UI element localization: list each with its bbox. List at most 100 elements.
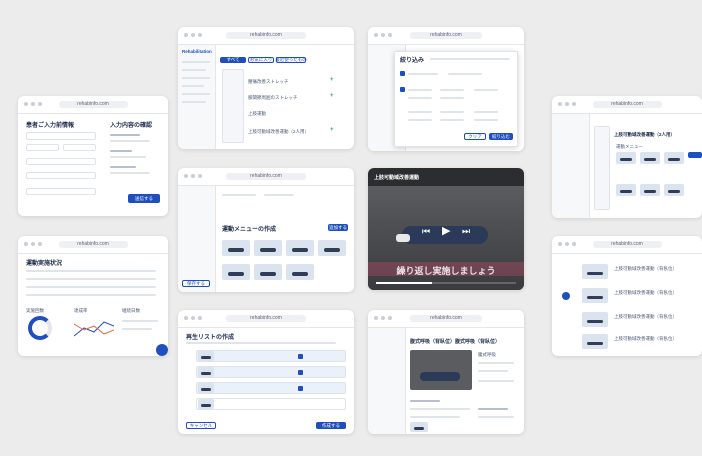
- video-title: 上肢可動域改善運動: [374, 175, 420, 181]
- playlist-item[interactable]: [196, 382, 346, 394]
- exercise-row[interactable]: 上肢可動域改善運動（背臥位）: [614, 336, 677, 342]
- exercise-list-tablet: rehabinfo.com 上肢可動域改善運動（背臥位） 上肢可動域改善運動（背…: [552, 236, 702, 356]
- exercise-row[interactable]: 上肢可動域改善運動（背臥位）: [614, 266, 677, 272]
- form-title: 患者ご入力前情報: [26, 123, 75, 129]
- playlist-item[interactable]: [196, 366, 346, 378]
- category-list: [222, 69, 244, 143]
- detail-tablet: rehabinfo.com 腹式呼吸（背臥位）腹式呼吸（背臥位） 腹式呼吸: [368, 310, 524, 434]
- video-caption: 繰り返し実施しましょう: [396, 266, 496, 276]
- zip-field[interactable]: [26, 188, 96, 195]
- video-thumbnail[interactable]: [640, 152, 660, 164]
- browser-bar: rehabinfo.com: [552, 96, 702, 114]
- video-thumbnail[interactable]: [582, 264, 608, 279]
- apply-filter-button[interactable]: 絞り込む: [489, 133, 513, 140]
- video-thumbnail[interactable]: [286, 240, 314, 256]
- status-tablet: rehabinfo.com 運動実施状況 実施回数 達成率 継続日数: [18, 236, 168, 356]
- video-thumbnail[interactable]: [582, 288, 608, 303]
- url-field[interactable]: rehabinfo.com: [58, 101, 128, 108]
- detail-video[interactable]: [410, 350, 472, 390]
- create-button[interactable]: 作成する: [316, 422, 346, 429]
- clear-button[interactable]: クリア: [464, 133, 486, 140]
- video-thumbnail[interactable]: [582, 334, 608, 349]
- filter-title: 絞り込み: [400, 58, 425, 64]
- signup-tablet: rehabinfo.com 患者ご入力前情報 入力内容の確認 送信する: [18, 96, 168, 216]
- url-field[interactable]: rehabinfo.com: [225, 315, 307, 322]
- name-field[interactable]: [26, 132, 96, 140]
- url-field[interactable]: rehabinfo.com: [592, 101, 662, 108]
- status-title: 運動実施状況: [26, 261, 63, 267]
- checkbox[interactable]: [400, 87, 405, 92]
- video-thumbnail[interactable]: [222, 240, 250, 256]
- browser-bar: rehabinfo.com: [18, 236, 168, 254]
- url-field[interactable]: rehabinfo.com: [58, 241, 128, 248]
- phone-field[interactable]: [26, 172, 96, 179]
- video-thumbnail[interactable]: [616, 184, 636, 196]
- menu-row[interactable]: 上肢可動域改善運動（2人用）: [248, 129, 309, 135]
- menu-row[interactable]: 上肢運動: [248, 111, 266, 117]
- kana-field[interactable]: [26, 144, 59, 151]
- confirm-title: 入力内容の確認: [110, 123, 153, 129]
- playlist-tablet: rehabinfo.com 再生リストの作成 キャンセル 作成する: [178, 310, 354, 434]
- tab-favorites[interactable]: お気に入り: [248, 57, 274, 63]
- submit-button[interactable]: 送信する: [128, 194, 160, 203]
- video-thumbnail[interactable]: [286, 264, 314, 280]
- save-button[interactable]: 保存する: [182, 280, 210, 287]
- cancel-button[interactable]: キャンセル: [186, 422, 216, 429]
- checkbox[interactable]: [298, 354, 303, 359]
- playlist-item[interactable]: [196, 398, 346, 410]
- detail-title: 腹式呼吸（背臥位）腹式呼吸（背臥位）: [410, 339, 501, 345]
- video-thumbnail[interactable]: [664, 152, 684, 164]
- list-header: 上肢可動域改善運動（2人用）: [614, 132, 676, 137]
- url-field[interactable]: rehabinfo.com: [225, 173, 307, 180]
- video-thumbnail[interactable]: [640, 184, 660, 196]
- browser-bar: rehabinfo.com: [368, 310, 524, 328]
- add-button[interactable]: 追加する: [328, 224, 348, 231]
- right-list-tablet: rehabinfo.com 上肢可動域改善運動（2人用） 運動メニュー: [552, 96, 702, 218]
- video-thumbnail[interactable]: [254, 264, 282, 280]
- url-field[interactable]: rehabinfo.com: [592, 241, 662, 248]
- tab-all[interactable]: すべて: [220, 57, 246, 63]
- section-label: 運動メニュー: [616, 144, 643, 149]
- video-thumbnail[interactable]: [222, 264, 250, 280]
- video-thumbnail[interactable]: [254, 240, 282, 256]
- chat-icon[interactable]: [156, 344, 168, 356]
- create-title: 運動メニューの作成: [222, 227, 277, 233]
- selected-indicator[interactable]: [562, 292, 570, 300]
- next-icon[interactable]: ⏭: [462, 226, 470, 237]
- prev-icon[interactable]: ⏮: [422, 226, 430, 237]
- exercise-row[interactable]: 上肢可動域改善運動（背臥位）: [614, 290, 677, 296]
- tab-recent[interactable]: 最近使ったもの: [275, 57, 307, 63]
- video-thumbnail[interactable]: [318, 240, 346, 256]
- line-chart: [74, 321, 114, 337]
- play-icon[interactable]: ▶: [442, 224, 450, 237]
- checkbox[interactable]: [298, 370, 303, 375]
- sidebar: [552, 114, 590, 218]
- checkbox[interactable]: [400, 71, 405, 76]
- video-thumbnail[interactable]: [616, 152, 636, 164]
- video-thumbnail[interactable]: [410, 422, 428, 432]
- menu-row[interactable]: 膝関節周囲のストレッチ: [248, 95, 298, 101]
- checkbox[interactable]: [298, 386, 303, 391]
- kana-field-2[interactable]: [63, 144, 96, 151]
- playlist-item[interactable]: [196, 350, 346, 362]
- url-field[interactable]: rehabinfo.com: [225, 32, 307, 39]
- add-icon[interactable]: +: [330, 77, 334, 83]
- add-icon[interactable]: +: [330, 93, 334, 99]
- video-thumbnail: [198, 383, 214, 393]
- detail-sub: 腹式呼吸: [478, 352, 496, 357]
- video-tablet: 上肢可動域改善運動 ⏮ ▶ ⏭ 繰り返し実施しましょう: [368, 168, 524, 290]
- video-thumbnail[interactable]: [582, 312, 608, 327]
- category-column: [594, 126, 610, 210]
- exercise-row[interactable]: 上肢可動域改善運動（背臥位）: [614, 314, 677, 320]
- birth-field[interactable]: [26, 158, 96, 165]
- url-field[interactable]: rehabinfo.com: [410, 32, 482, 39]
- video-thumbnail[interactable]: [664, 184, 684, 196]
- url-field[interactable]: rehabinfo.com: [410, 315, 482, 322]
- add-button[interactable]: [688, 152, 702, 158]
- progress-bar[interactable]: [376, 282, 516, 284]
- add-icon[interactable]: +: [330, 127, 334, 133]
- menu-row[interactable]: 腰痛改善ストレッチ: [248, 79, 289, 85]
- sidebar: [368, 328, 406, 434]
- browser-bar: rehabinfo.com: [18, 96, 168, 114]
- donut-chart: [28, 316, 52, 340]
